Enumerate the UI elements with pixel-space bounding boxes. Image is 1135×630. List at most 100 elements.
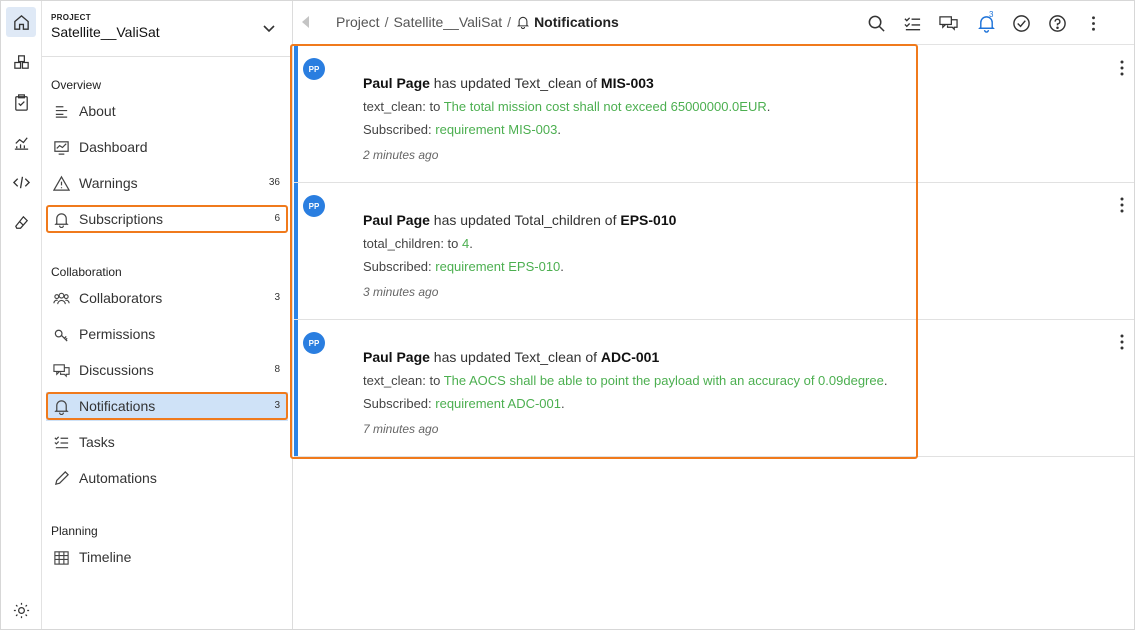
more-vertical-icon[interactable]	[1116, 59, 1128, 77]
sidebar-item-timeline[interactable]: Timeline	[46, 543, 288, 572]
notification-headline: Paul Page has updated Text_clean of ADC-…	[363, 349, 659, 365]
pencil-icon	[54, 471, 69, 486]
code-icon[interactable]	[6, 167, 36, 197]
more-vertical-icon[interactable]	[1116, 333, 1128, 351]
sidebar-item-label: Subscriptions	[79, 211, 164, 227]
subscription-link[interactable]: requirement MIS-003	[435, 122, 557, 137]
sidebar-item-notifications[interactable]: Notifications 3	[46, 392, 288, 421]
top-bar: Project / Satellite__ValiSat / Notificat…	[293, 1, 1134, 45]
chat-icon	[53, 364, 70, 378]
notification-target[interactable]: EPS-010	[620, 212, 676, 228]
notification-item[interactable]: PP Paul Page has updated Text_clean of A…	[294, 320, 1134, 457]
sidebar-item-label: Permissions	[79, 326, 156, 342]
notification-subscription: Subscribed: requirement ADC-001.	[363, 396, 565, 411]
unread-indicator	[294, 183, 298, 319]
notification-headline: Paul Page has updated Text_clean of MIS-…	[363, 75, 654, 91]
notification-subscription: Subscribed: requirement EPS-010.	[363, 259, 564, 274]
unread-indicator	[294, 46, 298, 182]
notification-action: has updated Total_children of	[429, 212, 621, 228]
project-name: Satellite__ValiSat	[51, 24, 160, 40]
subscription-link[interactable]: requirement EPS-010	[435, 259, 560, 274]
notification-item[interactable]: PP Paul Page has updated Total_children …	[294, 183, 1134, 320]
more-vertical-icon[interactable]	[1116, 196, 1128, 214]
subscription-link[interactable]: requirement ADC-001	[435, 396, 561, 411]
subscription-label: Subscribed:	[363, 122, 436, 137]
section-planning: Planning	[51, 524, 98, 538]
bell-icon	[54, 400, 69, 415]
notification-user[interactable]: Paul Page	[363, 75, 430, 91]
notification-user[interactable]: Paul Page	[363, 349, 430, 365]
sidebar-item-label: Timeline	[79, 549, 132, 565]
help-icon[interactable]	[1047, 13, 1067, 33]
breadcrumb-project-name[interactable]: Satellite__ValiSat	[393, 14, 502, 30]
notification-target[interactable]: MIS-003	[601, 75, 654, 91]
collaborators-count: 3	[274, 292, 280, 303]
tasks-checklist-icon[interactable]	[902, 13, 922, 33]
home-icon[interactable]	[6, 7, 36, 37]
search-icon[interactable]	[866, 13, 886, 33]
breadcrumb-current: Notifications	[534, 14, 619, 30]
subscription-end: .	[560, 259, 564, 274]
sidebar-item-subscriptions[interactable]: Subscriptions 6	[46, 205, 288, 234]
sidebar-item-permissions[interactable]: Permissions	[46, 320, 288, 349]
warning-icon	[53, 175, 70, 191]
calendar-grid-icon	[54, 551, 69, 565]
change-end: .	[469, 236, 473, 251]
sidebar-item-discussions[interactable]: Discussions 8	[46, 356, 288, 385]
sidebar-item-tasks[interactable]: Tasks	[46, 428, 288, 457]
more-vertical-icon[interactable]	[1083, 13, 1103, 33]
notification-time: 2 minutes ago	[363, 148, 439, 162]
key-icon	[54, 329, 68, 342]
avatar: PP	[303, 195, 325, 217]
sidebar-item-warnings[interactable]: Warnings 36	[46, 169, 288, 198]
notification-time: 7 minutes ago	[363, 422, 439, 436]
change-field: text_clean: to	[363, 99, 444, 114]
change-field: total_children: to	[363, 236, 463, 251]
notifications-count: 3	[274, 400, 280, 411]
sidebar-item-label: About	[79, 103, 116, 119]
change-value: The total mission cost shall not exceed …	[443, 99, 767, 114]
project-selector[interactable]: PROJECT Satellite__ValiSat	[42, 1, 292, 57]
notification-time: 3 minutes ago	[363, 285, 439, 299]
discussions-icon[interactable]	[938, 13, 958, 33]
settings-gear-icon[interactable]	[6, 595, 36, 625]
notification-item[interactable]: PP Paul Page has updated Text_clean of M…	[294, 46, 1134, 183]
users-icon	[53, 292, 70, 305]
warnings-count: 36	[268, 177, 280, 188]
subscription-end: .	[561, 396, 565, 411]
eraser-icon[interactable]	[6, 207, 36, 237]
breadcrumb-project-root[interactable]: Project	[336, 14, 380, 30]
sidebar-item-about[interactable]: About	[46, 97, 288, 126]
chevron-down-icon[interactable]	[262, 21, 276, 35]
project-kicker: PROJECT	[51, 13, 91, 22]
check-circle-icon[interactable]	[1011, 13, 1031, 33]
sidebar-item-dashboard[interactable]: Dashboard	[46, 133, 288, 162]
change-value: The AOCS shall be able to point the payl…	[443, 373, 884, 388]
sidebar-item-automations[interactable]: Automations	[46, 464, 288, 493]
avatar: PP	[303, 58, 325, 80]
notification-change: text_clean: to The AOCS shall be able to…	[363, 373, 887, 388]
notification-subscription: Subscribed: requirement MIS-003.	[363, 122, 561, 137]
sidebar-item-label: Discussions	[79, 362, 154, 378]
subscription-label: Subscribed:	[363, 259, 436, 274]
icon-rail	[1, 1, 42, 629]
notification-target[interactable]: ADC-001	[601, 349, 659, 365]
notifications-bell-icon[interactable]: 3	[976, 10, 996, 33]
breadcrumb: Project / Satellite__ValiSat / Notificat…	[336, 14, 619, 30]
notifications-badge: 3	[989, 10, 994, 19]
analytics-icon[interactable]	[6, 127, 36, 157]
sidebar-item-label: Notifications	[79, 398, 156, 414]
sidebar-item-label: Automations	[79, 470, 157, 486]
notification-user[interactable]: Paul Page	[363, 212, 430, 228]
avatar: PP	[303, 332, 325, 354]
collapse-sidebar-icon[interactable]	[299, 14, 311, 30]
text-lines-icon	[55, 106, 68, 118]
cubes-icon[interactable]	[6, 47, 36, 77]
sidebar-item-collaborators[interactable]: Collaborators 3	[46, 284, 288, 313]
app-window: PROJECT Satellite__ValiSat Overview Abou…	[0, 0, 1135, 630]
clipboard-check-icon[interactable]	[6, 87, 36, 117]
checklist-icon	[54, 436, 69, 449]
notification-change: text_clean: to The total mission cost sh…	[363, 99, 770, 114]
sidebar-item-label: Dashboard	[79, 139, 148, 155]
notification-change: total_children: to 4.	[363, 236, 473, 251]
